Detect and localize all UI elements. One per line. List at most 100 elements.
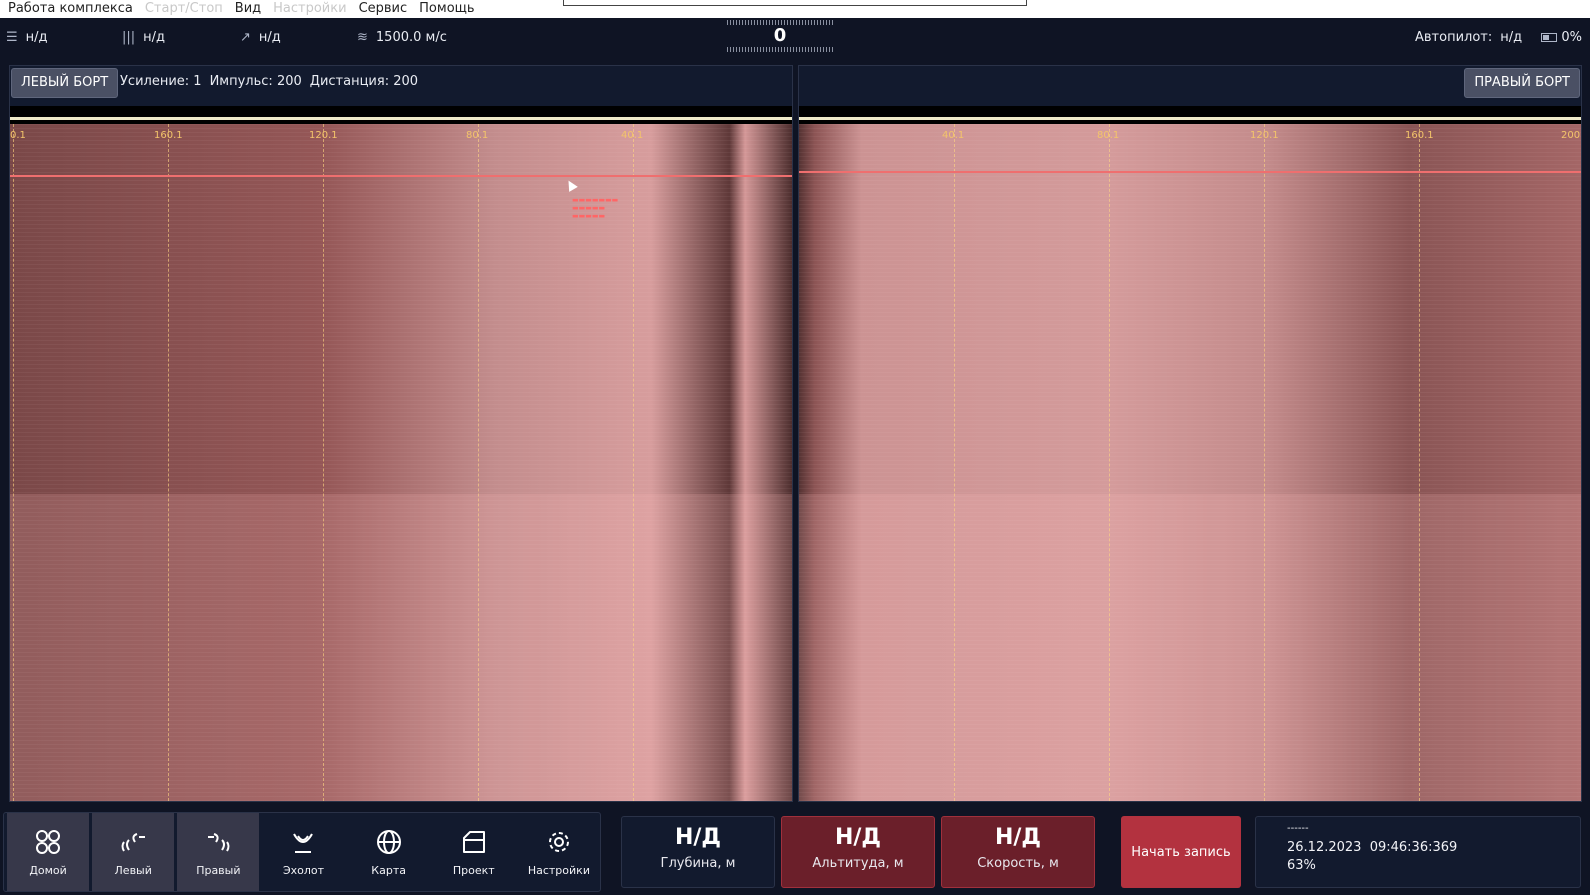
distance-value: 200 [393, 74, 419, 89]
left-tick-label: 80.1 [466, 130, 489, 141]
dock-left-button[interactable]: Левый [92, 813, 175, 891]
status-direction: ↗ н/д [240, 30, 281, 45]
folder-icon [460, 828, 488, 856]
battery-icon [1541, 33, 1558, 42]
dock-home-button[interactable]: Домой [7, 813, 90, 891]
left-sonar-image[interactable]: 0.1 160.1 120.1 80.1 40.1 ▬▬▬▬▬▬▬ ▬▬▬▬▬ ▬▬… [10, 124, 792, 801]
depth-value: Н/Д [674, 825, 722, 850]
menu-item-service[interactable]: Сервис [353, 0, 414, 18]
left-sonar-icon [119, 828, 147, 856]
gain-value: 1 [193, 74, 202, 89]
top-input-field[interactable] [563, 0, 1027, 6]
right-signal-profile [799, 106, 1581, 124]
left-marker-line [10, 175, 792, 177]
status-bars: ||| н/д [122, 30, 165, 45]
sound-speed-value: 1500.0 м/с [375, 30, 447, 45]
right-grid-line [1109, 124, 1110, 801]
dock-right-button[interactable]: Правый [177, 813, 260, 891]
status-menu[interactable]: ☰ н/д [6, 30, 48, 45]
dock-map-button[interactable]: Карта [348, 813, 430, 891]
right-grid-line [1419, 124, 1420, 801]
dock-home-label: Домой [29, 863, 67, 877]
dock-echosounder-label: Эхолот [282, 863, 325, 877]
waves-icon: ≋ [357, 30, 368, 45]
menu-item-view[interactable]: Вид [229, 0, 267, 18]
status-bars-value: н/д [143, 30, 166, 45]
heading-indicator: 0 [726, 20, 834, 58]
status-direction-value: н/д [258, 30, 281, 45]
pulse-value: 200 [276, 74, 302, 89]
right-sonar-image[interactable]: 40.1 80.1 120.1 160.1 200 [799, 124, 1581, 801]
gain-label: Усиление: [120, 74, 190, 89]
menu-item-help[interactable]: Помощь [413, 0, 480, 18]
altitude-metric: Н/Д Альтитуда, м [781, 816, 935, 888]
battery-status: 0% [1541, 30, 1582, 45]
dock-project-label: Проект [452, 863, 495, 877]
autopilot-status: Автопилот: н/д [1415, 30, 1522, 45]
left-grid-line [633, 124, 634, 801]
right-sonar-icon [204, 828, 232, 856]
status-sound-speed: ≋ 1500.0 м/с [357, 30, 447, 45]
right-tick-label: 160.1 [1405, 130, 1434, 141]
dock-map-label: Карта [371, 863, 406, 877]
dock-right-label: Правый [196, 863, 241, 877]
cursor-readout: ▬▬▬▬▬▬▬ ▬▬▬▬▬ ▬▬▬▬▬ [572, 196, 619, 220]
left-tick-label: 120.1 [309, 130, 338, 141]
arrow-up-right-icon: ↗ [240, 30, 251, 45]
left-grid-line [323, 124, 324, 801]
right-tick-label: 80.1 [1097, 130, 1120, 141]
right-tick-label: 40.1 [942, 130, 965, 141]
dock-settings-label: Настройки [527, 863, 590, 877]
right-tick-label: 120.1 [1250, 130, 1279, 141]
status-menu-value: н/д [25, 30, 48, 45]
dock-echosounder-button[interactable]: Эхолот [262, 813, 344, 891]
status-bar: ☰ н/д ||| н/д ↗ н/д ≋ 1500.0 м/с 0 Автоп… [0, 18, 1590, 62]
pulse-label: Импульс: [209, 74, 273, 89]
altitude-label: Альтитуда, м [812, 856, 904, 871]
speed-label: Скорость, м [977, 856, 1059, 871]
date-value: 26.12.2023 [1287, 840, 1362, 855]
right-panel-header: ПРАВЫЙ БОРТ [799, 66, 1581, 106]
distance-label: Дистанция: [309, 74, 390, 89]
battery-value: 0% [1561, 30, 1582, 45]
menu-item-start-stop[interactable]: Старт/Стоп [139, 0, 229, 18]
globe-icon [375, 828, 403, 856]
percent-value: 63% [1287, 858, 1316, 873]
left-panel-header: ЛЕВЫЙ БОРТ Усиление: 1 Импульс: 200 Дист… [10, 66, 792, 106]
echosounder-icon [289, 828, 317, 856]
heading-scale-bottom [727, 47, 833, 52]
left-grid-line [13, 124, 14, 801]
dock-project-button[interactable]: Проект [433, 813, 515, 891]
left-sonar-panel: ЛЕВЫЙ БОРТ Усиление: 1 Импульс: 200 Дист… [9, 65, 793, 802]
autopilot-value: н/д [1500, 30, 1523, 45]
menu-bar: Работа комплекса Старт/Стоп Вид Настройк… [0, 0, 1590, 18]
speed-metric: Н/Д Скорость, м [941, 816, 1095, 888]
info-placeholder: ------ [1287, 823, 1309, 834]
left-grid-line [478, 124, 479, 801]
depth-label: Глубина, м [660, 856, 736, 871]
heading-value: 0 [773, 25, 787, 46]
bottom-dock: Домой Левый Правый Эхолот Карта Проект Н… [3, 812, 601, 892]
hamburger-icon: ☰ [6, 30, 18, 45]
menu-item-complex[interactable]: Работа комплекса [0, 0, 139, 18]
right-side-button[interactable]: ПРАВЫЙ БОРТ [1464, 68, 1580, 98]
time-value: 09:46:36:369 [1369, 840, 1458, 855]
bars-icon: ||| [122, 30, 136, 45]
dock-left-label: Левый [114, 863, 152, 877]
right-sonar-panel: ПРАВЫЙ БОРТ 40.1 80.1 120.1 160.1 200 [798, 65, 1582, 802]
gear-icon [545, 828, 573, 856]
left-tick-label: 0.1 [10, 130, 26, 141]
right-grid-line [954, 124, 955, 801]
left-tick-label: 160.1 [154, 130, 183, 141]
right-tick-label: 200 [1561, 130, 1581, 141]
datetime: 26.12.2023 09:46:36:369 [1287, 839, 1580, 857]
left-panel-params: Усиление: 1 Импульс: 200 Дистанция: 200 [120, 74, 418, 89]
left-side-button[interactable]: ЛЕВЫЙ БОРТ [11, 68, 119, 98]
start-record-button[interactable]: Начать запись [1121, 816, 1241, 888]
dock-settings-button[interactable]: Настройки [518, 813, 600, 891]
right-grid-line [1264, 124, 1265, 801]
menu-item-settings[interactable]: Настройки [267, 0, 352, 18]
left-grid-line [168, 124, 169, 801]
autopilot-label: Автопилот: [1415, 30, 1493, 45]
altitude-value: Н/Д [834, 825, 882, 850]
